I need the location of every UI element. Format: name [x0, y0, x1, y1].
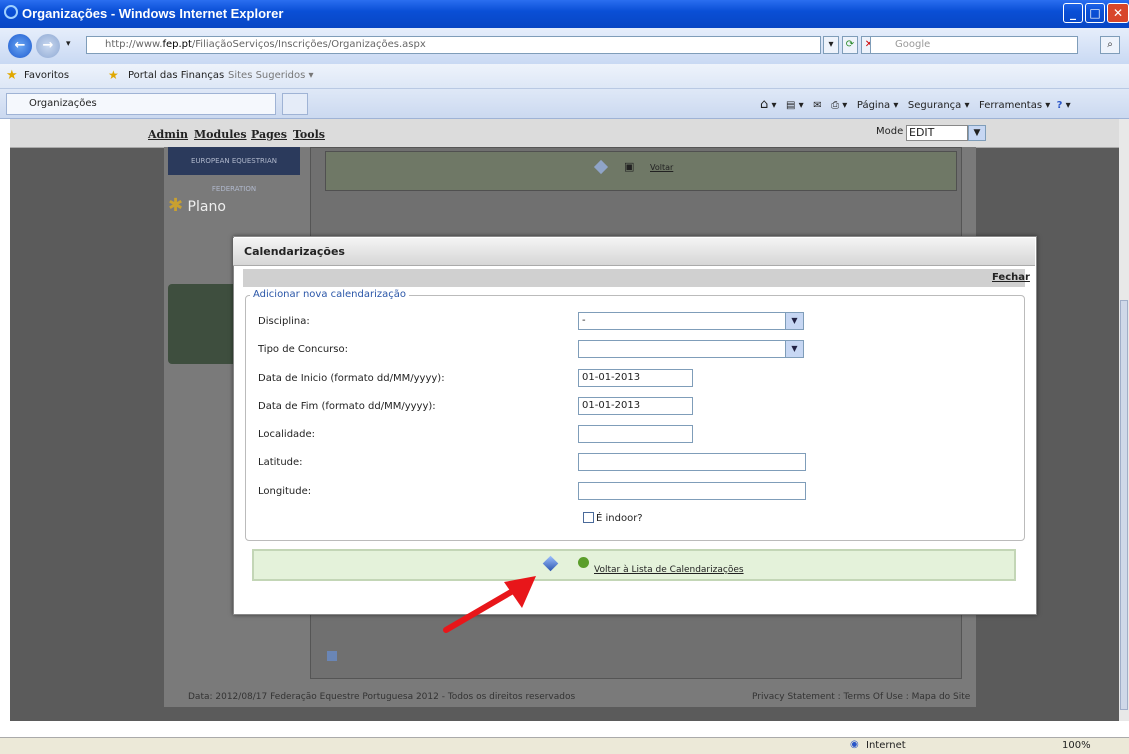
- background-toolbar: ▣ Voltar: [325, 151, 957, 191]
- chevron-down-icon[interactable]: ▼: [968, 125, 986, 141]
- door-icon: ▣: [624, 160, 635, 173]
- window-titlebar: Organizações - Windows Internet Explorer…: [0, 0, 1129, 28]
- tipo-concurso-label: Tipo de Concurso:: [258, 344, 348, 355]
- mode-label: Mode: [876, 126, 904, 137]
- disciplina-select[interactable]: - ▼: [578, 312, 804, 330]
- latitude-label: Latitude:: [258, 457, 303, 468]
- chevron-down-icon[interactable]: ▼: [785, 341, 803, 357]
- address-path: /FiliaçãoServiços/Inscrições/Organizaçõe…: [191, 39, 426, 50]
- refresh-icon[interactable]: ⟳: [842, 36, 858, 54]
- tab-label: Organizações: [29, 98, 97, 109]
- help-icon[interactable]: ?: [1057, 100, 1063, 111]
- favorites-button[interactable]: Favoritos: [24, 70, 69, 81]
- minimize-button[interactable]: _: [1063, 3, 1083, 23]
- latitude-input[interactable]: [578, 453, 806, 471]
- data-fim-label: Data de Fim (formato dd/MM/yyyy):: [258, 401, 436, 412]
- address-prefix: http://www.: [105, 39, 163, 50]
- internet-zone-icon: ◉: [850, 739, 859, 750]
- fav-item-sites[interactable]: Sites Sugeridos ▾: [228, 70, 314, 81]
- longitude-label: Longitude:: [258, 486, 312, 497]
- plano-mark-icon: ✱: [168, 195, 184, 216]
- favorites-star-icon: ★: [6, 68, 18, 83]
- footer-links[interactable]: Privacy Statement : Terms Of Use : Mapa …: [752, 692, 970, 702]
- address-bar[interactable]: http://www.fep.pt/FiliaçãoServiços/Inscr…: [86, 36, 821, 54]
- data-inicio-label: Data de Inicio (formato dd/MM/yyyy):: [258, 373, 445, 384]
- longitude-input[interactable]: [578, 482, 806, 500]
- tab-organizacoes[interactable]: Organizações: [6, 93, 276, 115]
- fieldset-legend: Adicionar nova calendarização: [250, 289, 410, 300]
- modules-link[interactable]: Modules: [194, 128, 247, 141]
- small-square-icon: [327, 651, 337, 661]
- internet-zone-label: Internet: [866, 740, 906, 751]
- feeds-icon[interactable]: ▤: [786, 100, 795, 111]
- zoom-level[interactable]: 100%: [1062, 740, 1091, 751]
- data-inicio-input[interactable]: 01-01-2013: [578, 369, 693, 387]
- forward-button[interactable]: →: [36, 34, 60, 58]
- voltar-link[interactable]: Voltar: [650, 163, 673, 172]
- search-icon[interactable]: ⌕: [1100, 36, 1120, 54]
- menu-pagina[interactable]: Página ▾: [857, 100, 899, 111]
- address-domain: fep.pt: [162, 39, 192, 50]
- tipo-concurso-select[interactable]: ▼: [578, 340, 804, 358]
- mail-icon[interactable]: ✉: [813, 100, 821, 111]
- navigation-bar: ← → ▾ http://www.fep.pt/FiliaçãoServiços…: [0, 28, 1129, 64]
- print-icon[interactable]: ⎙: [831, 100, 839, 111]
- localidade-input[interactable]: [578, 425, 693, 443]
- home-icon[interactable]: ⌂: [760, 97, 768, 112]
- annotation-arrow-icon: [443, 576, 536, 633]
- tools-link[interactable]: Tools: [293, 128, 325, 141]
- data-fim-input[interactable]: 01-01-2013: [578, 397, 693, 415]
- diamond-icon: [593, 159, 609, 175]
- indoor-label: É indoor?: [596, 513, 643, 524]
- dialog-title: Calendarizações: [233, 238, 1035, 266]
- back-arrow-icon[interactable]: [578, 557, 589, 568]
- window-title: Organizações - Windows Internet Explorer: [22, 6, 284, 21]
- search-input[interactable]: Google: [870, 36, 1078, 54]
- favorites-bar: ★ Favoritos ★ Portal das Finanças Sites …: [0, 64, 1129, 89]
- close-button[interactable]: ✕: [1107, 3, 1129, 23]
- new-tab-button[interactable]: [282, 93, 308, 115]
- add-favorite-icon[interactable]: ★: [108, 68, 119, 82]
- footer-copyright: Data: 2012/08/17 Federação Equestre Port…: [188, 692, 576, 702]
- back-to-list-link[interactable]: Voltar à Lista de Calendarizações: [594, 565, 744, 575]
- plano-text: Plano: [187, 199, 226, 215]
- localidade-label: Localidade:: [258, 429, 316, 440]
- scrollbar-thumb[interactable]: [1120, 300, 1128, 710]
- tab-bar: Organizações ⌂ ▾ ▤ ▾ ✉ ⎙ ▾ Página ▾ Segu…: [0, 89, 1129, 119]
- mode-select[interactable]: EDIT: [906, 125, 968, 141]
- pages-link[interactable]: Pages: [251, 128, 287, 141]
- dialog-header-bar: [243, 269, 1025, 287]
- indoor-checkbox[interactable]: [583, 512, 594, 523]
- close-dialog-link[interactable]: Fechar: [992, 272, 1030, 283]
- back-button[interactable]: ←: [8, 34, 32, 58]
- disciplina-value: -: [582, 315, 586, 326]
- eef-logo: EUROPEAN EQUESTRIAN FEDERATION: [168, 147, 300, 193]
- status-bar: ◉ Internet 100%: [0, 737, 1129, 754]
- new-calendar-fieldset: [245, 295, 1025, 541]
- chevron-down-icon[interactable]: ▼: [785, 313, 803, 329]
- fav-item-portal[interactable]: Portal das Finanças: [128, 70, 224, 81]
- menu-ferramentas[interactable]: Ferramentas ▾: [979, 100, 1050, 111]
- history-dropdown-icon[interactable]: ▾: [66, 39, 71, 49]
- address-dropdown-icon[interactable]: ▾: [823, 36, 839, 54]
- command-bar: ⌂ ▾ ▤ ▾ ✉ ⎙ ▾ Página ▾ Segurança ▾ Ferra…: [760, 97, 1071, 112]
- admin-link[interactable]: Admin: [148, 128, 188, 141]
- ie-logo-icon: [4, 5, 18, 19]
- maximize-button[interactable]: □: [1085, 3, 1105, 23]
- disciplina-label: Disciplina:: [258, 316, 310, 327]
- menu-seguranca[interactable]: Segurança ▾: [908, 100, 970, 111]
- globe-logo-icon: [168, 284, 238, 364]
